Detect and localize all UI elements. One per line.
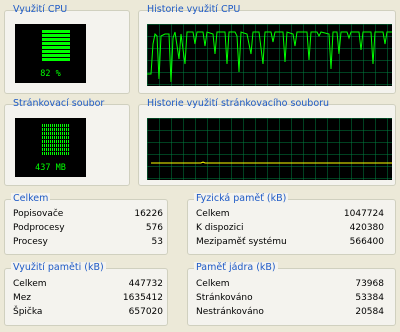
totals-table: Popisovače 16226 Podprocesy 576 Procesy … [13, 207, 163, 249]
totals-label: Popisovače [13, 209, 64, 219]
table-row: Mez 1635412 [13, 291, 163, 305]
table-row: Stránkováno 53384 [196, 291, 384, 305]
pagefile-history-title: Historie využití stránkovacího souboru [147, 98, 330, 109]
kernel-memory-value: 53384 [355, 293, 384, 303]
commit-charge-title: Využití paměti (kB) [11, 262, 106, 274]
totals-value: 576 [145, 223, 163, 233]
commit-charge-table: Celkem 447732 Mez 1635412 Špička 657020 [13, 277, 163, 319]
kernel-memory-label: Nestránkováno [196, 307, 264, 317]
physical-memory-value: 566400 [349, 237, 384, 247]
pagefile-value: 437 MB [35, 163, 66, 173]
pagefile-history-group: Historie využití stránkovacího souboru [138, 98, 396, 186]
kernel-memory-title: Paměť jádra (kB) [194, 262, 278, 274]
pagefile-meter: 437 MB [15, 118, 86, 177]
physical-memory-value: 420380 [349, 223, 384, 233]
physical-memory-value: 1047724 [343, 209, 384, 219]
pagefile-history-graph [147, 118, 392, 180]
cpu-history-chart [147, 24, 392, 86]
physical-memory-title: Fyzická paměť (kB) [194, 193, 289, 205]
physical-memory-label: Mezipaměť systému [196, 237, 287, 247]
table-row: Celkem 1047724 [196, 207, 384, 221]
totals-title: Celkem [11, 193, 51, 205]
table-row: Nestránkováno 20584 [196, 305, 384, 319]
table-row: Celkem 73968 [196, 277, 384, 291]
commit-charge-group: Využití paměti (kB) Celkem 447732 Mez 16… [4, 262, 168, 326]
cpu-history-group: Historie využití CPU [138, 4, 396, 94]
physical-memory-group: Fyzická paměť (kB) Celkem 1047724 K disp… [187, 193, 396, 255]
cpu-usage-meter: 82 % [15, 24, 86, 83]
cpu-usage-value: 82 % [40, 69, 61, 79]
kernel-memory-label: Stránkováno [196, 293, 253, 303]
pagefile-group: Stránkovací soubor 437 MB [4, 98, 130, 186]
kernel-memory-table: Celkem 73968 Stránkováno 53384 Nestránko… [196, 277, 384, 319]
pagefile-meter-bars [42, 124, 70, 155]
cpu-meter-bars [42, 30, 70, 61]
cpu-usage-title: Využití CPU [13, 4, 68, 15]
totals-value: 16226 [134, 209, 163, 219]
table-row: K dispozici 420380 [196, 221, 384, 235]
kernel-memory-group: Paměť jádra (kB) Celkem 73968 Stránkován… [187, 262, 396, 326]
totals-group: Celkem Popisovače 16226 Podprocesy 576 P… [4, 193, 168, 255]
commit-charge-value: 657020 [128, 307, 163, 317]
table-row: Podprocesy 576 [13, 221, 163, 235]
commit-charge-value: 1635412 [122, 293, 163, 303]
table-row: Špička 657020 [13, 305, 163, 319]
physical-memory-label: Celkem [196, 209, 230, 219]
totals-value: 53 [151, 237, 163, 247]
commit-charge-value: 447732 [128, 279, 163, 289]
kernel-memory-value: 73968 [355, 279, 384, 289]
pagefile-history-chart [147, 118, 392, 180]
commit-charge-label: Mez [13, 293, 32, 303]
kernel-memory-value: 20584 [355, 307, 384, 317]
cpu-usage-group: Využití CPU 82 % [4, 4, 130, 94]
kernel-memory-label: Celkem [196, 279, 230, 289]
physical-memory-table: Celkem 1047724 K dispozici 420380 Mezipa… [196, 207, 384, 249]
totals-label: Procesy [13, 237, 48, 247]
physical-memory-label: K dispozici [196, 223, 244, 233]
table-row: Mezipaměť systému 566400 [196, 235, 384, 249]
commit-charge-label: Špička [13, 307, 43, 317]
table-row: Procesy 53 [13, 235, 163, 249]
table-row: Celkem 447732 [13, 277, 163, 291]
table-row: Popisovače 16226 [13, 207, 163, 221]
pagefile-title: Stránkovací soubor [13, 98, 105, 109]
cpu-history-title: Historie využití CPU [147, 4, 241, 15]
totals-label: Podprocesy [13, 223, 65, 233]
cpu-history-graph [147, 24, 392, 86]
commit-charge-label: Celkem [13, 279, 47, 289]
